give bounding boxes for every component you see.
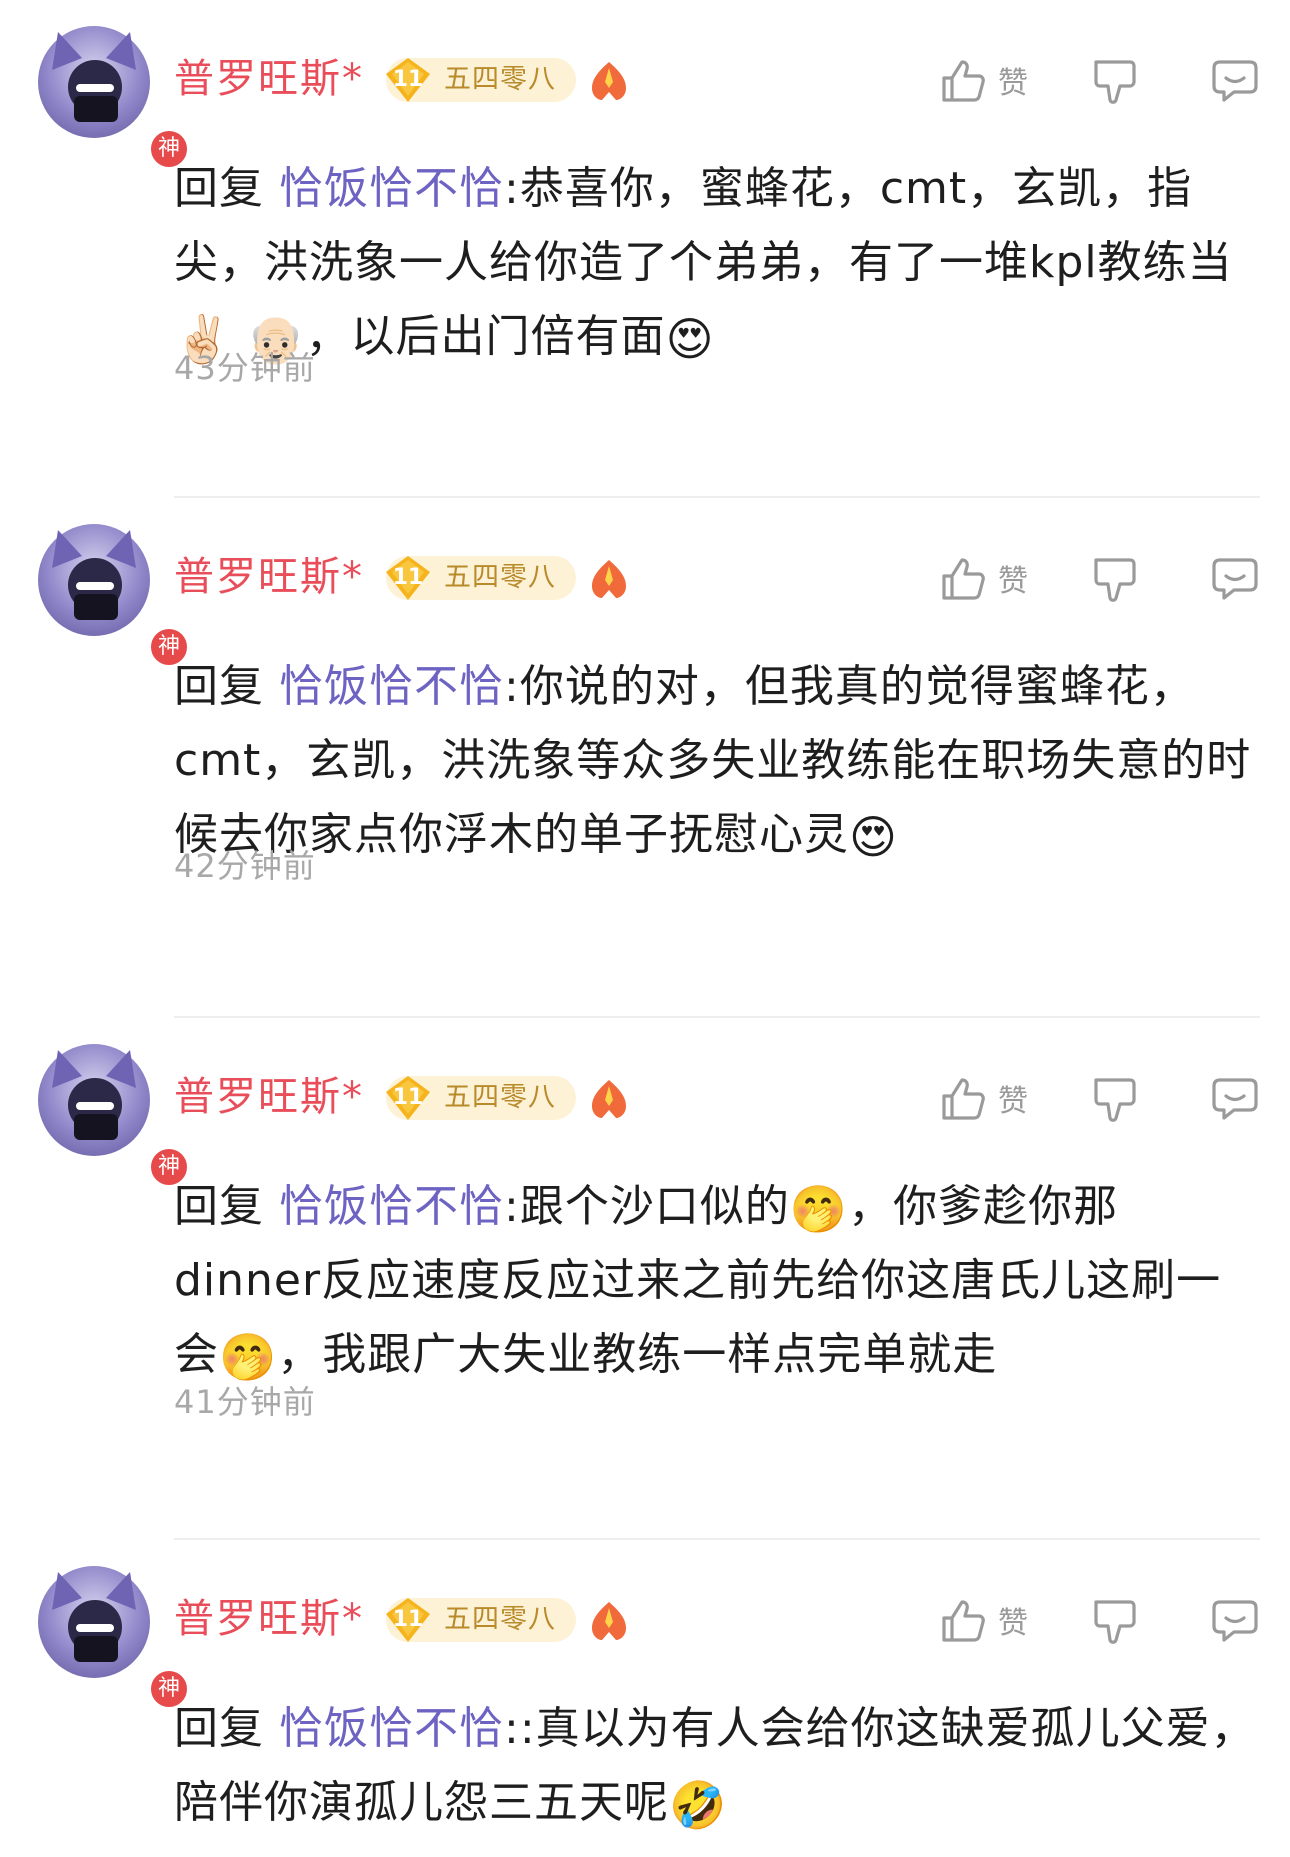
thumbs-down-icon[interactable] [1090,1074,1140,1126]
avatar-mouth [76,84,114,92]
level-badge: 11 五四零八 [386,556,576,600]
comment-body: 回复 恰饭恰不恰:跟个沙口似的🤭，你爹趁你那dinner反应速度反应过来之前先给… [174,1170,1264,1392]
mention-link[interactable]: 恰饭恰不恰 [279,163,504,214]
username[interactable]: 普罗旺斯* [174,52,364,106]
avatar[interactable]: 神 [38,1566,190,1710]
thumbs-up-icon[interactable] [938,1074,988,1124]
comment-text: ，我跟广大失业教练一样点完单就走 [277,1329,998,1380]
heart-eyes-emoji-icon: 😍 [665,312,715,366]
username[interactable]: 普罗旺斯* [174,1070,364,1124]
comment-body: 回复 恰饭恰不恰:恭喜你，蜜蜂花，cmt，玄凯，指尖，洪洗象一人给你造了个弟弟，… [174,152,1264,374]
reply-prefix: 回复 [174,1181,279,1232]
reply-icon[interactable] [1210,56,1260,106]
reply-icon[interactable] [1210,1596,1260,1646]
level-badge: 11 五四零八 [386,1076,576,1120]
level-name: 五四零八 [444,562,556,593]
thumbs-down-icon[interactable] [1090,554,1140,606]
comment-item: 神 普罗旺斯* 11 五四零八 赞 回复 恰饭恰不恰::真以为有人会给你这缺爱孤 [0,1540,1290,1857]
avatar-mask [74,1636,118,1662]
comment-text: :跟个沙口似的 [504,1181,790,1232]
level-name: 五四零八 [444,1082,556,1113]
level-number: 11 [392,565,424,590]
reply-prefix: 回复 [174,163,279,214]
mention-link[interactable]: 恰饭恰不恰 [279,1181,504,1232]
level-name: 五四零八 [444,64,556,95]
thumbs-up-icon[interactable] [938,56,988,106]
thumbs-down-icon[interactable] [1090,1596,1140,1648]
hand-over-mouth-emoji-icon: 🤭 [789,1182,849,1236]
username[interactable]: 普罗旺斯* [174,1592,364,1646]
timestamp: 42分钟前 [174,847,316,885]
like-label[interactable]: 赞 [998,1604,1028,1644]
thumbs-up-icon[interactable] [938,1596,988,1646]
level-name: 五四零八 [444,1604,556,1635]
heart-eyes-emoji-icon: 😍 [849,810,898,864]
avatar[interactable]: 神 [38,1044,190,1188]
avatar-mask [74,1114,118,1140]
fan-medal-icon [592,560,626,598]
timestamp: 43分钟前 [174,349,316,387]
comment-body: 回复 恰饭恰不恰::真以为有人会给你这缺爱孤儿父爱，陪伴你演孤儿怨三五天呢🤣 [174,1692,1264,1840]
level-badge: 11 五四零八 [386,58,576,102]
thumbs-up-icon[interactable] [938,554,988,604]
level-number: 11 [392,1607,424,1632]
mention-link[interactable]: 恰饭恰不恰 [279,661,504,712]
avatar-mouth [76,582,114,590]
reply-prefix: 回复 [174,661,279,712]
avatar-mouth [76,1102,114,1110]
comment-body: 回复 恰饭恰不恰:你说的对，但我真的觉得蜜蜂花，cmt，玄凯，洪洗象等众多失业教… [174,650,1264,872]
comment-text: ，以后出门倍有面 [305,311,666,362]
reply-icon[interactable] [1210,554,1260,604]
fan-medal-icon [592,1080,626,1118]
level-number: 11 [392,1085,424,1110]
level-number: 11 [392,67,424,92]
avatar-mask [74,594,118,620]
like-label[interactable]: 赞 [998,1082,1028,1122]
like-label[interactable]: 赞 [998,64,1028,104]
comment-item: 神 普罗旺斯* 11 五四零八 赞 回复 恰饭恰不恰:你说的对，但我真的觉得蜜蜂 [0,498,1290,1018]
hand-over-mouth-emoji-icon: 🤭 [219,1330,278,1384]
avatar-mask [74,96,118,122]
avatar[interactable]: 神 [38,524,190,668]
comment-item: 神 普罗旺斯* 11 五四零八 赞 回复 恰饭恰不恰:跟个沙口似的🤭，你爹趁你那… [0,1018,1290,1540]
comment-feed: 神 普罗旺斯* 11 五四零八 赞 回复 恰饭恰不恰:恭喜你，蜜蜂花，cmt，玄 [0,0,1290,1857]
username[interactable]: 普罗旺斯* [174,550,364,604]
reply-prefix: 回复 [174,1703,279,1754]
fan-medal-icon [592,62,626,100]
like-label[interactable]: 赞 [998,562,1028,602]
timestamp: 41分钟前 [174,1383,316,1421]
level-badge: 11 五四零八 [386,1598,576,1642]
fan-medal-icon [592,1602,626,1640]
reply-icon[interactable] [1210,1074,1260,1124]
avatar-mouth [76,1624,114,1632]
mention-link[interactable]: 恰饭恰不恰 [279,1703,504,1754]
comment-item: 神 普罗旺斯* 11 五四零八 赞 回复 恰饭恰不恰:恭喜你，蜜蜂花，cmt，玄 [0,0,1290,498]
thumbs-down-icon[interactable] [1090,56,1140,108]
avatar[interactable]: 神 [38,26,190,170]
rolling-laughing-emoji-icon: 🤣 [669,1778,728,1832]
